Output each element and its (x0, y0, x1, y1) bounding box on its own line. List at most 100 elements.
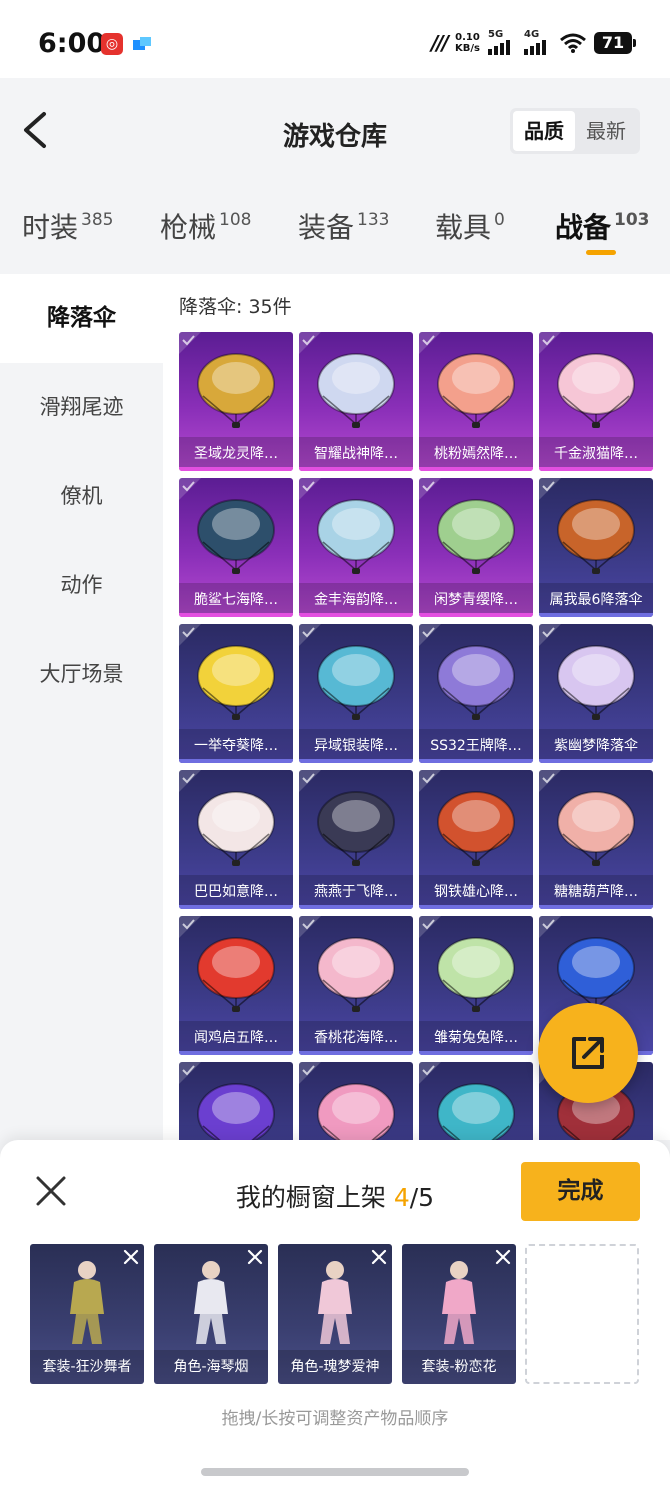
tab-vehicles[interactable]: 载具 0 (435, 206, 505, 246)
rarity-stripe (419, 1051, 533, 1055)
signal-5g-icon: 5G (488, 29, 516, 55)
outfit-figure-icon (442, 1261, 476, 1344)
parachute-icon (557, 645, 635, 720)
parachute-icon (317, 645, 395, 720)
parachute-icon (437, 1083, 515, 1140)
parachute-icon (437, 937, 515, 1012)
parachute-name: 糖糖葫芦降… (539, 875, 653, 909)
parachute-card[interactable]: 金丰海韵降… (299, 478, 413, 617)
parachute-card[interactable]: 紫幽梦降落伞 (539, 624, 653, 763)
status-time: 6:00 (38, 28, 106, 59)
app-notification-icon (133, 37, 151, 50)
rarity-stripe (419, 467, 533, 471)
remove-icon[interactable] (370, 1248, 388, 1266)
tab-weapons[interactable]: 枪械 108 (160, 206, 251, 246)
sidebar-item-parachute[interactable]: 降落伞 (0, 274, 163, 363)
outfit-figure-icon (318, 1261, 352, 1344)
parachute-name: 巴巴如意降… (179, 875, 293, 909)
sort-latest-button[interactable]: 最新 (575, 111, 637, 151)
sort-toggle: 品质 最新 (510, 108, 640, 154)
shelf-item-name: 角色-海琴烟 (154, 1350, 268, 1384)
rarity-stripe (299, 759, 413, 763)
parachute-card[interactable]: 香桃花海降… (299, 916, 413, 1055)
parachute-icon (317, 1083, 395, 1140)
parachute-card[interactable]: 雏菊兔兔降… (419, 916, 533, 1055)
signal-4g-icon: 4G (524, 29, 552, 55)
sidebar-item-emote[interactable]: 动作 (0, 541, 163, 630)
category-tabs: 时装 385 枪械 108 装备 133 载具 0 战备 103 (0, 188, 670, 274)
sort-quality-button[interactable]: 品质 (513, 111, 575, 151)
tab-equipment[interactable]: 装备 133 (298, 206, 389, 246)
parachute-name: 一举夺葵降… (179, 729, 293, 763)
rarity-stripe (179, 467, 293, 471)
active-tab-indicator (586, 250, 616, 255)
done-button[interactable]: 完成 (521, 1162, 640, 1221)
outfit-figure-icon (194, 1261, 228, 1344)
page-header: 游戏仓库 品质 最新 (0, 78, 670, 188)
parachute-name: 香桃花海降… (299, 1021, 413, 1055)
parachute-card[interactable]: 千金淑猫降… (539, 332, 653, 471)
parachute-name: 智耀战神降… (299, 437, 413, 471)
remove-icon[interactable] (494, 1248, 512, 1266)
rarity-stripe (539, 613, 653, 617)
parachute-card[interactable]: 闻鸡启五降… (179, 916, 293, 1055)
parachute-card[interactable]: 一举夺葵降… (179, 624, 293, 763)
home-indicator (201, 1468, 469, 1476)
parachute-card[interactable]: 糖糖葫芦降… (539, 770, 653, 909)
reorder-hint: 拖拽/长按可调整资产物品顺序 (221, 1409, 449, 1429)
parachute-card[interactable]: 属我最6降落伞 (539, 478, 653, 617)
rarity-stripe (299, 905, 413, 909)
shelf-item[interactable]: 套装-狂沙舞者 (30, 1244, 144, 1384)
status-bar: 6:00 ◎ /// 0.10 KB/s 5G 4G 71 (0, 0, 670, 78)
parachute-icon (317, 499, 395, 574)
parachute-card[interactable]: 燕燕于飞降… (299, 770, 413, 909)
parachute-name: 紫幽梦降落伞 (539, 729, 653, 763)
tab-fashion[interactable]: 时装 385 (22, 206, 113, 246)
sidebar-item-lobby-scene[interactable]: 大厅场景 (0, 630, 163, 719)
parachute-card[interactable]: 钢铁雄心降… (419, 770, 533, 909)
parachute-name: 属我最6降落伞 (539, 583, 653, 617)
parachute-icon (437, 353, 515, 428)
parachute-name: 圣域龙灵降… (179, 437, 293, 471)
remove-icon[interactable] (246, 1248, 264, 1266)
parachute-icon (197, 791, 275, 866)
parachute-icon (317, 937, 395, 1012)
tab-combat-gear[interactable]: 战备 103 (555, 206, 650, 246)
parachute-card[interactable] (299, 1062, 413, 1140)
netease-music-icon: ◎ (101, 33, 123, 55)
parachute-icon (317, 791, 395, 866)
item-count-label: 降落伞: 35件 (179, 296, 292, 318)
parachute-icon (437, 645, 515, 720)
sidebar-item-glide-trail[interactable]: 滑翔尾迹 (0, 363, 163, 452)
parachute-card[interactable]: 桃粉嫣然降… (419, 332, 533, 471)
remove-icon[interactable] (122, 1248, 140, 1266)
parachute-icon (197, 937, 275, 1012)
parachute-icon (557, 353, 635, 428)
parachute-card[interactable] (419, 1062, 533, 1140)
parachute-card[interactable]: 巴巴如意降… (179, 770, 293, 909)
parachute-card[interactable]: 异域银装降… (299, 624, 413, 763)
shelf-item[interactable]: 角色-瑰梦爱神 (278, 1244, 392, 1384)
parachute-name: 雏菊兔兔降… (419, 1021, 533, 1055)
shelf-item-name: 套装-粉恋花 (402, 1350, 516, 1384)
showcase-panel: 我的橱窗上架 4/5 完成 套装-狂沙舞者 角色-海琴烟 角色-瑰梦爱神 套装-粉恋花… (0, 1140, 670, 1489)
wifi-icon (560, 33, 586, 53)
rarity-stripe (299, 1051, 413, 1055)
parachute-card[interactable]: 脆鲨七海降… (179, 478, 293, 617)
shelf-item[interactable]: 角色-海琴烟 (154, 1244, 268, 1384)
parachute-card[interactable] (179, 1062, 293, 1140)
sidebar-item-wingman[interactable]: 僚机 (0, 452, 163, 541)
parachute-card[interactable]: 智耀战神降… (299, 332, 413, 471)
parachute-name: 桃粉嫣然降… (419, 437, 533, 471)
parachute-icon (197, 499, 275, 574)
empty-shelf-slot[interactable] (525, 1244, 639, 1384)
parachute-name: 异域银装降… (299, 729, 413, 763)
parachute-icon (197, 645, 275, 720)
outfit-figure-icon (70, 1261, 104, 1344)
share-button[interactable] (538, 1003, 638, 1103)
parachute-card[interactable]: 圣域龙灵降… (179, 332, 293, 471)
parachute-card[interactable]: SS32王牌降… (419, 624, 533, 763)
parachute-card[interactable]: 闲梦青缨降… (419, 478, 533, 617)
rarity-stripe (419, 759, 533, 763)
shelf-item[interactable]: 套装-粉恋花 (402, 1244, 516, 1384)
